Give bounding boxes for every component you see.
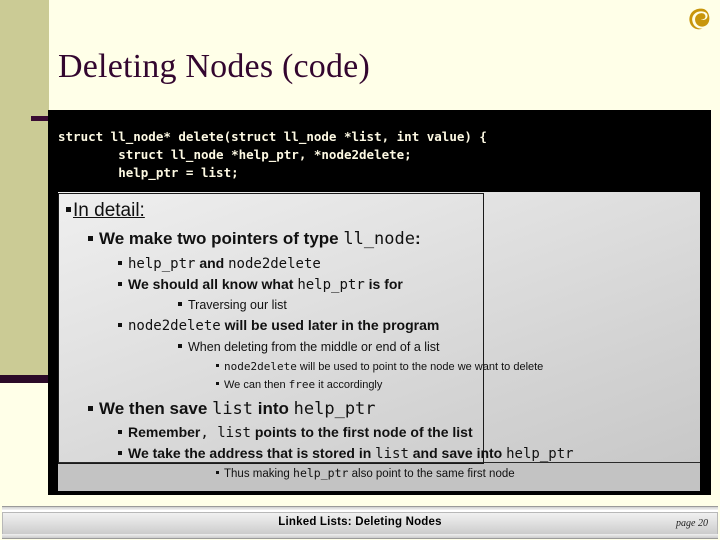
code-token: , list — [200, 425, 251, 441]
list-item: We make two pointers of type ll_node: — [88, 229, 421, 249]
text-run: Traversing our list — [188, 298, 287, 312]
slide-canvas: Deleting Nodes (code) struct ll_node* de… — [0, 0, 720, 540]
list-item-label: Thus making help_ptr also point to the s… — [224, 466, 515, 480]
list-item-label: Remember, list points to the first node … — [128, 424, 473, 441]
bullet-square-icon — [118, 323, 122, 327]
text-run: We make two pointers of type — [99, 229, 344, 248]
text-run: : — [415, 229, 421, 248]
list-item-label: We can then free it accordingly — [224, 378, 382, 391]
list-item-label: node2delete will be used later in the pr… — [128, 317, 439, 334]
text-run: it accordingly — [315, 379, 383, 391]
text-run: also point to the same first node — [348, 468, 515, 480]
bullet-square-icon — [178, 344, 182, 348]
list-item-label: We make two pointers of type ll_node: — [99, 229, 421, 249]
code-token: help_ptr — [506, 446, 574, 462]
list-item-label: Traversing our list — [188, 298, 287, 312]
text-run: When deleting from the middle or end of … — [188, 340, 440, 354]
list-item: We can then free it accordingly — [216, 378, 382, 391]
text-run: We take the address that is stored in — [128, 445, 376, 461]
bullet-square-icon — [118, 451, 122, 455]
list-item: help_ptr and node2delete — [118, 255, 321, 272]
footer-title: Linked Lists: Deleting Nodes — [278, 516, 442, 528]
text-run: Remember — [128, 424, 201, 440]
text-run: Thus making — [224, 468, 294, 480]
text-run: We should all know what — [128, 276, 298, 292]
text-run: will be used later in the program — [220, 317, 440, 333]
code-token: help_ptr — [293, 399, 376, 419]
bullet-square-icon — [216, 471, 219, 474]
bullet-square-icon — [66, 207, 71, 212]
list-item-label: We take the address that is stored in li… — [128, 445, 574, 462]
code-token: help_ptr — [297, 277, 365, 293]
text-run: points to the first node of the list — [250, 424, 473, 440]
outline-heading-label: In detail: — [73, 200, 145, 221]
list-item-label: node2delete will be used to point to the… — [224, 360, 543, 373]
code-token: node2delete — [228, 256, 321, 272]
code-token: help_ptr — [128, 256, 196, 272]
code-token: list — [212, 399, 254, 419]
code-token: free — [288, 378, 316, 391]
list-item-label: help_ptr and node2delete — [128, 255, 321, 272]
list-item: node2delete will be used later in the pr… — [118, 317, 439, 334]
bullet-square-icon — [88, 236, 93, 241]
list-item-label: We should all know what help_ptr is for — [128, 276, 403, 293]
left-accent-strip — [0, 0, 49, 375]
footer-page-number: page 20 — [676, 518, 708, 529]
list-item: We take the address that is stored in li… — [118, 445, 574, 462]
text-run: We can then — [224, 379, 289, 391]
bullet-square-icon — [216, 364, 219, 367]
list-item-label: We then save list into help_ptr — [99, 399, 376, 419]
code-token: help_ptr — [293, 466, 349, 480]
code-token: node2delete — [128, 318, 221, 334]
bullet-square-icon — [88, 406, 93, 411]
list-item: Traversing our list — [178, 298, 287, 312]
text-run: will be used to point to the node we wan… — [296, 361, 544, 373]
bullet-square-icon — [118, 282, 122, 286]
bullet-square-icon — [118, 261, 122, 265]
text-run: is for — [364, 276, 403, 292]
bullet-square-icon — [216, 382, 219, 385]
text-run: into — [253, 399, 294, 418]
text-run: and save into — [408, 445, 507, 461]
page-title: Deleting Nodes (code) — [58, 48, 370, 85]
list-item: Remember, list points to the first node … — [118, 424, 473, 441]
bullet-square-icon — [178, 302, 182, 306]
text-run: and — [195, 255, 229, 271]
list-item: When deleting from the middle or end of … — [178, 340, 440, 354]
code-snippet: struct ll_node* delete(struct ll_node *l… — [58, 128, 487, 180]
code-token: list — [375, 446, 409, 462]
code-token: node2delete — [224, 360, 297, 373]
outline-list: In detail: We make two pointers of type … — [58, 192, 700, 490]
footer-rule-bottom — [2, 534, 718, 539]
list-item: node2delete will be used to point to the… — [216, 360, 543, 373]
code-token: ll_node — [343, 229, 415, 249]
list-item: We should all know what help_ptr is for — [118, 276, 403, 293]
outline-heading: In detail: — [66, 200, 145, 222]
text-run: We then save — [99, 399, 213, 418]
list-item-label: When deleting from the middle or end of … — [188, 340, 440, 354]
swirl-logo-icon — [689, 8, 710, 30]
bullet-square-icon — [118, 430, 122, 434]
list-item: Thus making help_ptr also point to the s… — [216, 466, 515, 480]
list-item: We then save list into help_ptr — [88, 399, 376, 419]
